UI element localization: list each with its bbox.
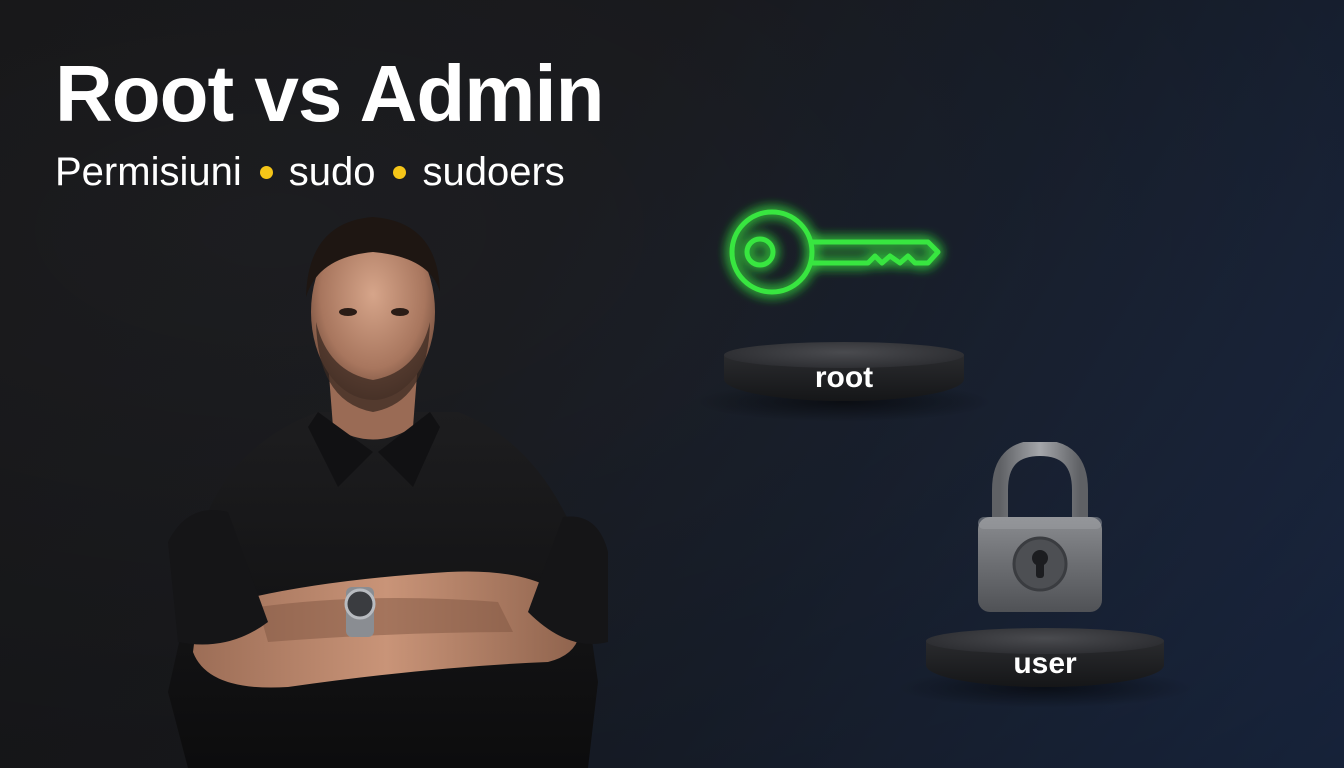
page-title: Root vs Admin [55,49,604,138]
key-icon [729,209,941,295]
root-pedestal: root [694,342,994,422]
subtitle: Permisiuni sudo sudoers [55,150,565,194]
user-pedestal: user [896,628,1194,708]
separator-dot-icon [393,165,407,179]
separator-dot-icon [259,165,273,179]
presenter-photo [168,217,608,768]
pedestal-top [724,342,964,368]
pedestal-top [926,628,1164,654]
subtitle-item-sudo: sudo [288,150,376,194]
padlock-icon [978,442,1102,612]
subtitle-item-permisiuni: Permisiuni [55,150,242,194]
subtitle-item-sudoers: sudoers [422,150,565,194]
